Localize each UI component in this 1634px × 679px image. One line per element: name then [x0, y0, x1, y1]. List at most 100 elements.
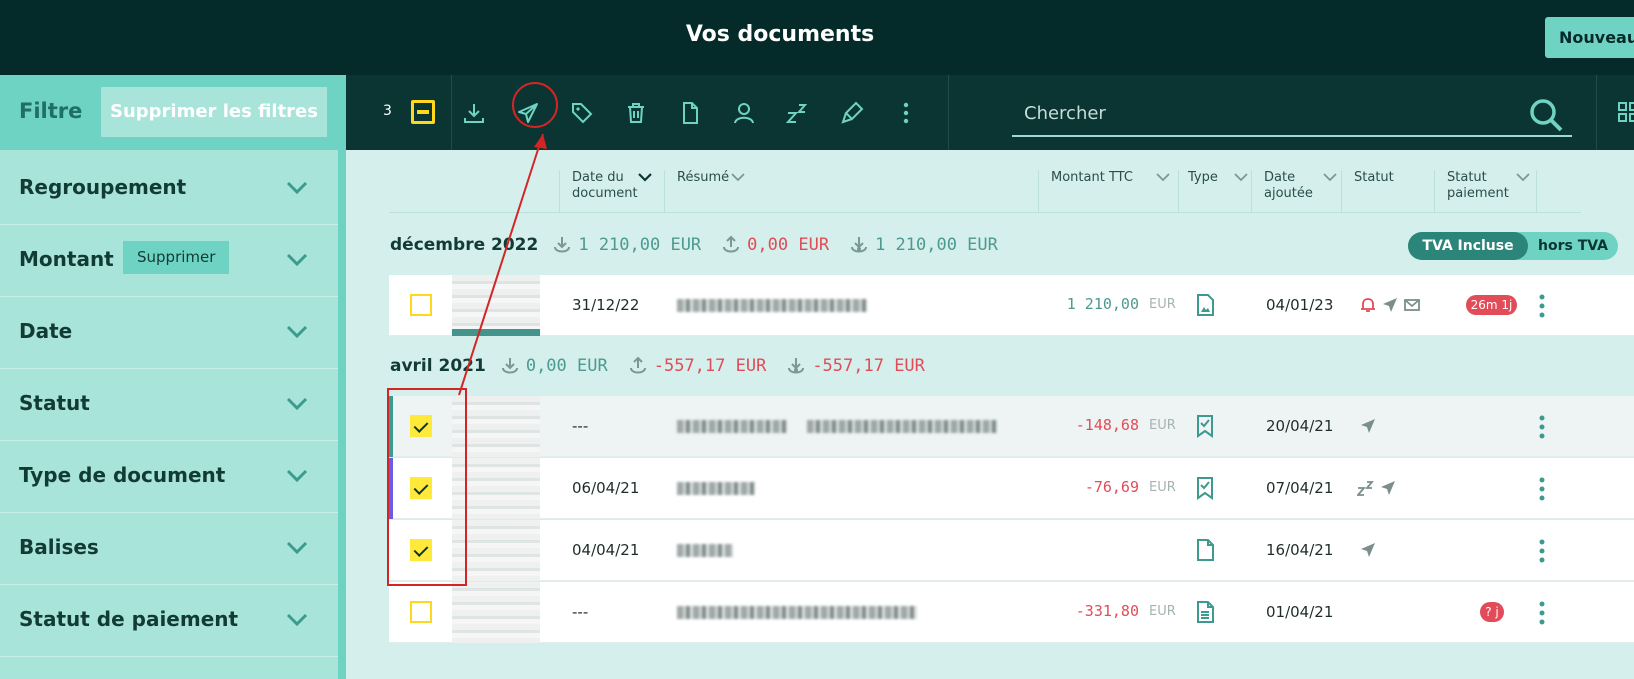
row-currency: EUR	[1149, 418, 1176, 433]
group-incoming: 1 210,00 EUR	[552, 235, 701, 255]
chevron-down-icon	[286, 613, 308, 627]
table-row[interactable]: --- -331,80 EUR 01/04/21 ? j	[389, 582, 1634, 643]
sort-desc-icon[interactable]	[638, 172, 652, 182]
document-thumbnail[interactable]	[452, 582, 540, 643]
date-added: 04/01/23	[1266, 296, 1334, 314]
column-header-summary-label: Résumé	[677, 170, 730, 185]
document-thumbnail[interactable]	[452, 275, 540, 336]
group-outgoing-value: -557,17 EUR	[653, 356, 767, 376]
balance-icon	[851, 237, 868, 253]
group-header-april-2021: avril 2021 0,00 EUR -557,17 EUR -557,17 …	[390, 351, 945, 381]
vat-toggle[interactable]: TVA Incluse hors TVA	[1408, 232, 1618, 260]
group-balance-value: -557,17 EUR	[812, 356, 925, 376]
group-incoming-value: 1 210,00 EUR	[578, 235, 702, 255]
filter-statut[interactable]: Statut	[0, 366, 338, 441]
group-name: décembre 2022	[390, 235, 539, 255]
group-incoming-value: 0,00 EUR	[525, 356, 608, 376]
chevron-down-icon	[1323, 173, 1337, 182]
row-menu-icon[interactable]	[1539, 538, 1545, 564]
mail-icon	[1404, 299, 1420, 311]
group-balance-value: 1 210,00 EUR	[875, 235, 998, 255]
more-icon[interactable]	[893, 100, 919, 126]
outgoing-icon	[723, 235, 740, 253]
row-checkbox[interactable]	[410, 601, 432, 623]
chevron-down-icon	[286, 181, 308, 195]
filter-regroupement[interactable]: Regroupement	[0, 150, 338, 225]
text-document-icon	[1197, 601, 1214, 623]
deselect-all-checkbox[interactable]	[411, 100, 435, 124]
tag-icon[interactable]	[569, 100, 595, 126]
chevron-down-icon	[286, 253, 308, 267]
table-row[interactable]: 31/12/22 1 210,00 EUR 04/01/23 26m 1j	[389, 275, 1634, 336]
group-incoming: 0,00 EUR	[500, 356, 608, 376]
date-added: 16/04/21	[1266, 541, 1334, 559]
row-checkbox[interactable]	[410, 294, 432, 316]
row-menu-icon[interactable]	[1539, 476, 1545, 502]
user-icon[interactable]	[731, 100, 757, 126]
group-name: avril 2021	[390, 356, 486, 376]
column-header-date[interactable]: Date du document	[572, 170, 638, 202]
search-icon[interactable]	[1528, 97, 1564, 133]
sidebar-scrollbar[interactable]	[338, 150, 346, 679]
document-date: 06/04/21	[572, 479, 640, 497]
page-title: Vos documents	[685, 22, 875, 47]
filter-balises[interactable]: Balises	[0, 510, 338, 585]
vat-included-option[interactable]: TVA Incluse	[1408, 232, 1528, 260]
group-outgoing: 0,00 EUR	[721, 235, 829, 255]
column-header-amount[interactable]: Montant TTC	[1051, 170, 1133, 186]
invoice-icon	[1197, 477, 1213, 500]
chevron-down-icon	[1516, 173, 1530, 182]
chevron-down-icon	[731, 173, 745, 182]
header-divider	[389, 212, 1581, 213]
filter-statut-paiement[interactable]: Statut de paiement	[0, 582, 338, 657]
remove-amount-filter-button[interactable]: Supprimer	[123, 241, 230, 274]
table-row[interactable]: 04/04/21 16/04/21	[389, 520, 1634, 581]
row-currency: EUR	[1149, 604, 1176, 619]
column-header-payment[interactable]: Statut paiement	[1447, 170, 1509, 202]
filter-type-document[interactable]: Type de document	[0, 438, 338, 513]
row-currency: EUR	[1149, 297, 1176, 312]
group-outgoing-value: 0,00 EUR	[747, 235, 830, 255]
clear-filters-button[interactable]: Supprimer les filtres	[101, 87, 327, 137]
filter-label-type-document: Type de document	[19, 463, 226, 487]
document-date: ---	[572, 417, 589, 435]
chevron-down-icon	[286, 469, 308, 483]
column-separator	[1038, 170, 1039, 212]
incoming-icon	[554, 237, 571, 253]
row-menu-icon[interactable]	[1539, 414, 1545, 440]
download-icon[interactable]	[461, 100, 487, 126]
incoming-icon	[501, 358, 518, 374]
column-header-date-line2: document	[572, 186, 638, 201]
column-header-status-label: Statut	[1354, 170, 1394, 185]
row-menu-icon[interactable]	[1539, 600, 1545, 626]
snooze-icon[interactable]	[785, 100, 811, 126]
table-row[interactable]: 06/04/21 -76,69 EUR 07/04/21	[389, 458, 1634, 519]
chevron-down-icon	[286, 541, 308, 555]
column-separator	[664, 170, 665, 212]
trash-icon[interactable]	[623, 100, 649, 126]
filter-label: Filtre	[19, 99, 83, 123]
vat-excluded-option[interactable]: hors TVA	[1528, 232, 1618, 260]
grid-view-icon[interactable]	[1617, 101, 1634, 123]
column-header-type[interactable]: Type	[1188, 170, 1218, 186]
search-input[interactable]	[1012, 93, 1512, 133]
document-icon[interactable]	[677, 100, 703, 126]
redacted-summary	[807, 420, 997, 433]
filter-date[interactable]: Date	[0, 294, 338, 369]
group-balance: 1 210,00 EUR	[849, 235, 998, 255]
column-header-summary[interactable]: Résumé	[677, 170, 729, 186]
filter-label-statut-paiement: Statut de paiement	[19, 607, 239, 631]
date-added: 20/04/21	[1266, 417, 1334, 435]
row-menu-icon[interactable]	[1539, 293, 1545, 319]
filter-header: Filtre Supprimer les filtres	[0, 75, 346, 150]
redacted-summary	[677, 420, 787, 433]
table-row[interactable]: --- -148,68 EUR 20/04/21	[389, 396, 1634, 457]
column-header-payment-line1: Statut	[1447, 170, 1487, 185]
row-amount: -76,69	[1084, 478, 1139, 496]
sign-icon[interactable]	[839, 100, 865, 126]
column-header-added[interactable]: Date ajoutée	[1264, 170, 1313, 202]
row-currency: EUR	[1149, 480, 1176, 495]
filter-montant[interactable]: Montant Supprimer	[0, 222, 338, 297]
send-icon	[1381, 481, 1395, 495]
new-document-button[interactable]: Nouveau	[1545, 17, 1634, 58]
